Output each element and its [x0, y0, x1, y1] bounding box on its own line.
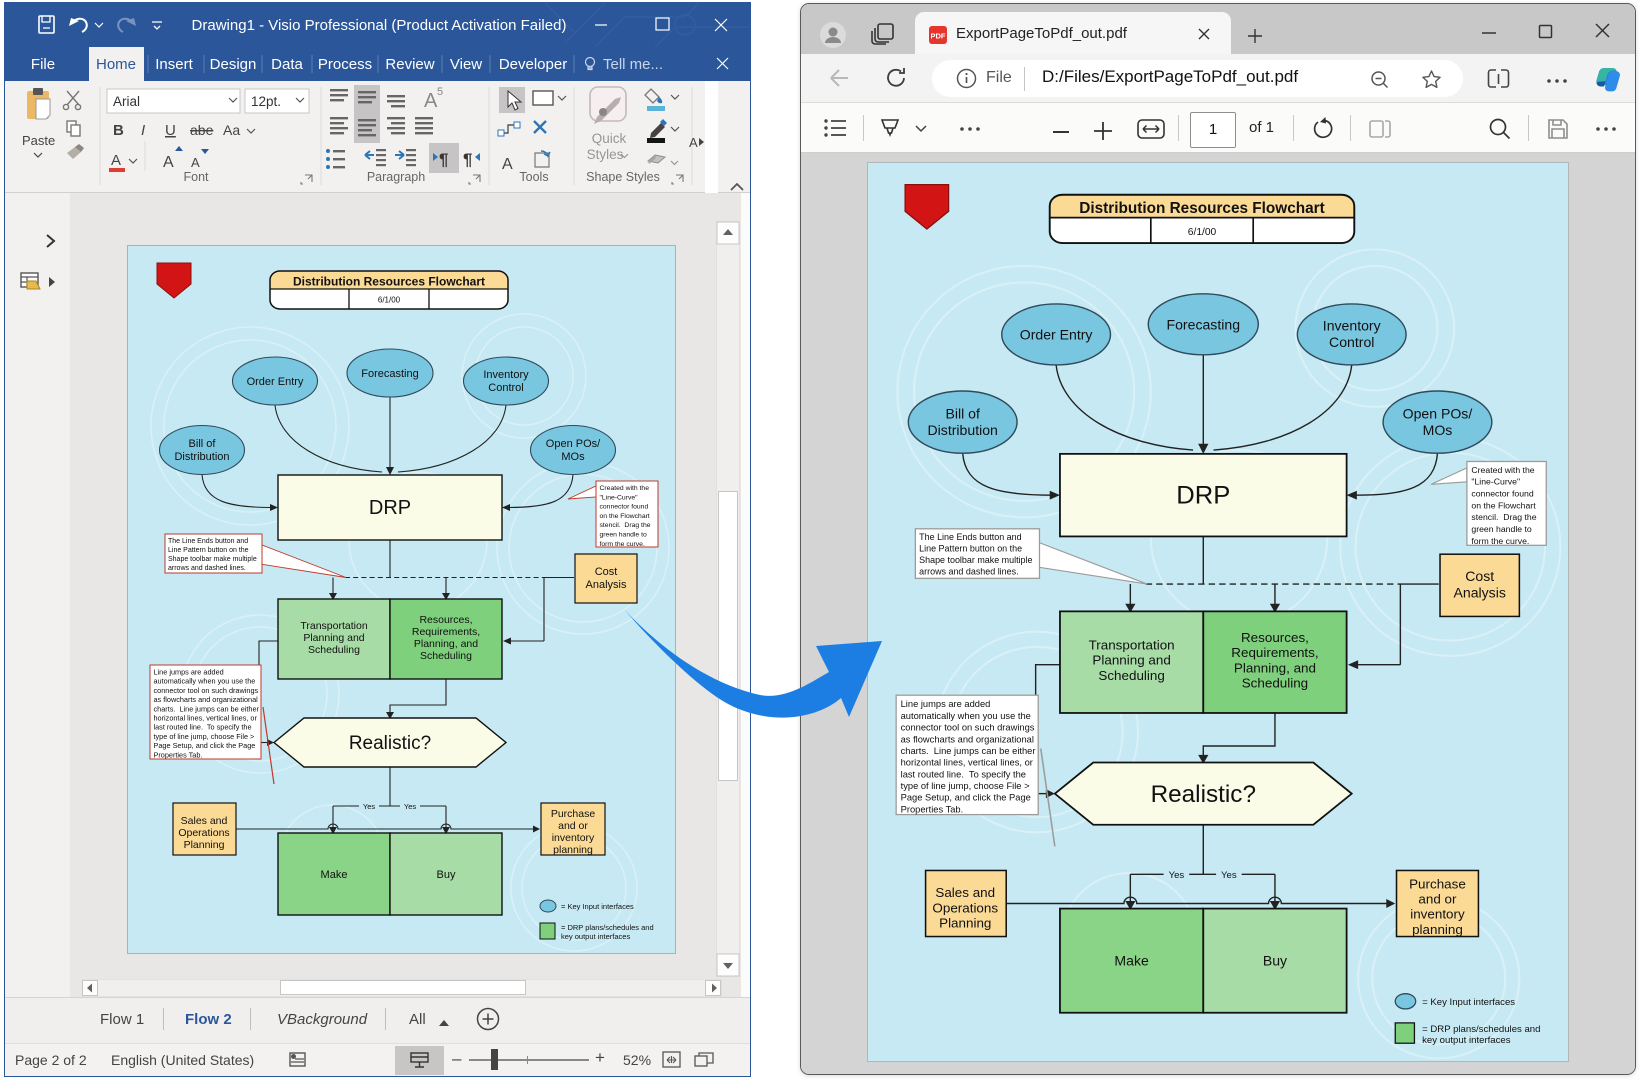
svg-text:A: A [191, 155, 200, 170]
svg-text:Styles: Styles [587, 147, 624, 162]
svg-text:Arial: Arial [113, 94, 140, 109]
svg-text:12pt.: 12pt. [251, 94, 281, 109]
svg-text:abe: abe [190, 122, 214, 138]
svg-text:PDF: PDF [931, 32, 946, 41]
svg-text:Shape Styles: Shape Styles [586, 170, 660, 184]
svg-text:U: U [165, 122, 176, 139]
svg-text:Developer: Developer [499, 56, 567, 73]
svg-text:Design: Design [210, 56, 257, 73]
svg-text:A: A [111, 152, 121, 169]
svg-text:View: View [450, 56, 482, 73]
svg-text:Review: Review [385, 56, 434, 73]
svg-text:Data: Data [271, 56, 303, 73]
svg-text:A: A [424, 90, 438, 112]
svg-text:I: I [141, 122, 145, 139]
svg-text:Quick: Quick [592, 131, 627, 146]
svg-text:¶: ¶ [439, 150, 448, 169]
svg-text:A: A [689, 135, 698, 150]
svg-text:File: File [31, 56, 55, 73]
svg-text:Paragraph: Paragraph [367, 170, 425, 184]
svg-text:Insert: Insert [155, 56, 193, 73]
svg-text:Home: Home [96, 56, 136, 73]
svg-text:Tools: Tools [519, 170, 548, 184]
svg-text:Drawing1 - Visio Professional: Drawing1 - Visio Professional (Product A… [192, 17, 567, 34]
svg-text:B: B [113, 122, 124, 139]
svg-text:Font: Font [183, 170, 209, 184]
svg-text:Tell me...: Tell me... [603, 56, 663, 73]
svg-text:Aa: Aa [223, 122, 240, 138]
svg-text:Paste: Paste [22, 133, 55, 148]
svg-text:A: A [502, 156, 513, 173]
svg-text:¶: ¶ [463, 150, 472, 169]
svg-text:A: A [163, 154, 174, 171]
svg-text:Process: Process [318, 56, 372, 73]
svg-text:5: 5 [437, 86, 443, 98]
